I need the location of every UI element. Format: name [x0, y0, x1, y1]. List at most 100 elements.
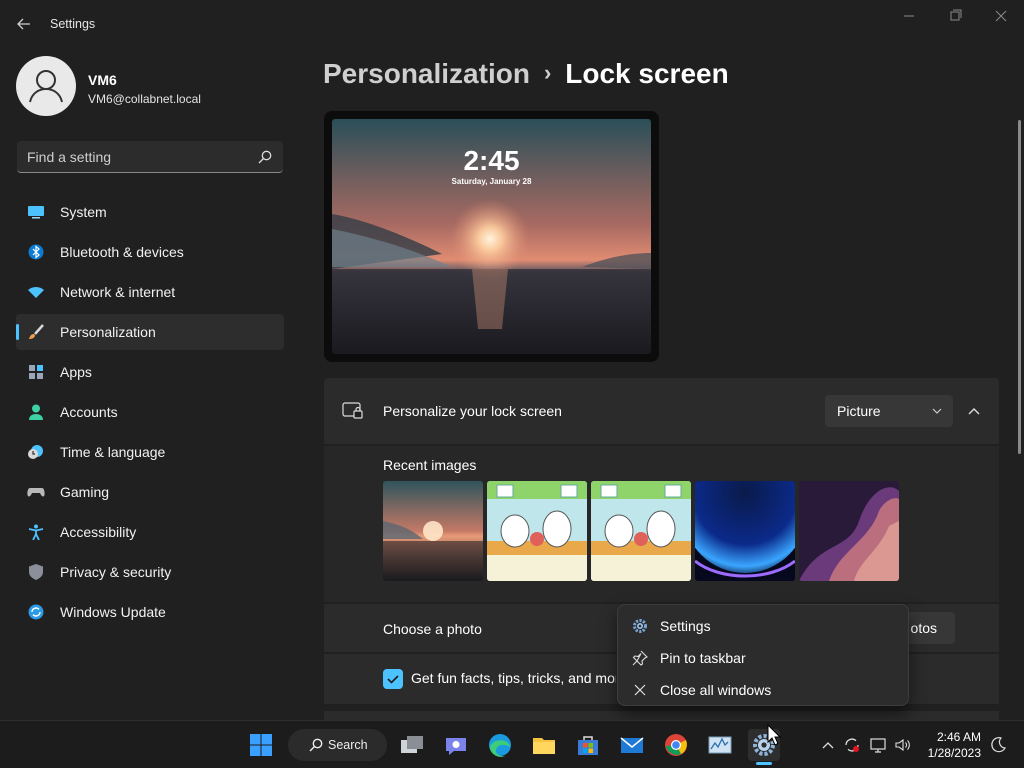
search-placeholder: Find a setting — [27, 149, 112, 165]
gamepad-icon — [27, 484, 45, 500]
recent-image-thumbnail[interactable] — [799, 481, 899, 581]
search-icon — [257, 149, 273, 165]
recent-image-thumbnail[interactable] — [591, 481, 691, 581]
sidebar-item-label: Windows Update — [60, 604, 166, 620]
mouse-cursor — [767, 723, 782, 746]
resource-monitor-icon[interactable] — [704, 729, 736, 761]
user-profile[interactable]: VM6 VM6@collabnet.local — [16, 56, 284, 118]
sidebar-item-label: Accounts — [60, 404, 118, 420]
page-title: Lock screen — [565, 58, 729, 89]
personalize-lock-screen-row[interactable]: Personalize your lock screen Picture — [324, 378, 999, 444]
sidebar-item-gaming[interactable]: Gaming — [16, 474, 284, 510]
sidebar-item-network[interactable]: Network & internet — [16, 274, 284, 310]
sidebar-item-label: Bluetooth & devices — [60, 244, 184, 260]
bluetooth-icon — [27, 244, 45, 260]
maximize-icon[interactable] — [932, 6, 978, 30]
recent-images-label: Recent images — [383, 457, 477, 473]
sidebar-item-label: Personalization — [60, 324, 156, 340]
app-title: Settings — [50, 17, 96, 31]
pin-icon — [632, 650, 648, 666]
sidebar-item-label: System — [60, 204, 107, 220]
person-icon — [27, 404, 45, 420]
apps-icon — [27, 364, 45, 380]
focus-moon-icon[interactable] — [989, 736, 1007, 754]
browse-photos-label: otos — [910, 620, 937, 636]
sidebar-item-apps[interactable]: Apps — [16, 354, 284, 390]
sidebar-item-time-language[interactable]: Time & language — [16, 434, 284, 470]
avatar — [16, 56, 76, 116]
sidebar-item-system[interactable]: System — [16, 194, 284, 230]
context-item-label: Pin to taskbar — [660, 650, 746, 666]
context-item-pin-to-taskbar[interactable]: Pin to taskbar — [622, 643, 906, 673]
recent-image-thumbnail[interactable] — [383, 481, 483, 581]
personalize-lock-screen-label: Personalize your lock screen — [383, 403, 562, 419]
recent-image-thumbnail[interactable] — [695, 481, 795, 581]
chrome-icon[interactable] — [660, 729, 692, 761]
sidebar-item-personalization[interactable]: Personalization — [16, 314, 284, 350]
chevron-down-icon — [931, 404, 943, 416]
background-type-dropdown[interactable]: Picture — [825, 395, 953, 427]
monitor-icon — [27, 204, 45, 220]
sidebar-item-accessibility[interactable]: Accessibility — [16, 514, 284, 550]
context-item-label: Close all windows — [660, 682, 772, 698]
breadcrumb-parent[interactable]: Personalization — [323, 58, 530, 89]
back-arrow-icon[interactable] — [14, 14, 34, 34]
clock-time[interactable]: 2:46 AM — [917, 730, 981, 744]
task-view-icon[interactable] — [396, 729, 428, 761]
sidebar-item-label: Network & internet — [60, 284, 176, 300]
chevron-up-icon[interactable] — [819, 736, 837, 754]
fun-facts-checkbox[interactable] — [383, 669, 403, 689]
search-icon — [308, 737, 324, 753]
lock-screen-preview: 2:45 Saturday, January 28 — [324, 111, 659, 362]
brush-icon — [27, 324, 45, 340]
breadcrumb: Personalization › Lock screen — [323, 58, 729, 90]
shield-icon — [27, 564, 45, 580]
clock-globe-icon — [27, 444, 45, 460]
search-input[interactable]: Find a setting — [17, 141, 283, 173]
lock-screen-icon — [342, 402, 364, 420]
active-app-indicator — [756, 762, 772, 765]
taskbar: Search 2:46 AM 1/28/2023 — [0, 720, 1024, 768]
sidebar-item-label: Accessibility — [60, 524, 137, 540]
taskbar-context-menu: Settings Pin to taskbar Close all window… — [617, 604, 909, 706]
close-icon — [632, 682, 648, 698]
wifi-icon — [27, 284, 45, 300]
accessibility-icon — [27, 524, 45, 541]
volume-icon[interactable] — [894, 736, 912, 754]
network-icon[interactable] — [869, 736, 887, 754]
clock-date[interactable]: 1/28/2023 — [917, 746, 981, 760]
user-email: VM6@collabnet.local — [88, 92, 201, 106]
update-icon — [27, 604, 45, 620]
lock-screen-preview-image: 2:45 Saturday, January 28 — [332, 119, 651, 354]
gear-icon — [632, 618, 648, 634]
recent-images-section: Recent images — [324, 446, 999, 602]
choose-photo-label: Choose a photo — [383, 621, 482, 637]
taskbar-search-button[interactable]: Search — [288, 729, 387, 761]
store-icon[interactable] — [572, 729, 604, 761]
preview-time: 2:45 — [463, 145, 520, 176]
sidebar-item-privacy[interactable]: Privacy & security — [16, 554, 284, 590]
sidebar-item-accounts[interactable]: Accounts — [16, 394, 284, 430]
scrollbar[interactable] — [1018, 120, 1021, 454]
teams-chat-icon[interactable] — [440, 729, 472, 761]
title-bar: Settings — [0, 0, 1024, 48]
taskbar-search-label: Search — [328, 738, 368, 752]
dropdown-value: Picture — [837, 403, 881, 419]
sidebar-item-label: Privacy & security — [60, 564, 172, 580]
sync-icon[interactable] — [843, 736, 861, 754]
user-name: VM6 — [88, 72, 117, 88]
edge-icon[interactable] — [484, 729, 516, 761]
context-item-settings[interactable]: Settings — [622, 611, 906, 641]
sidebar-item-bluetooth[interactable]: Bluetooth & devices — [16, 234, 284, 270]
mail-icon[interactable] — [616, 729, 648, 761]
recent-image-thumbnail[interactable] — [487, 481, 587, 581]
start-icon[interactable] — [245, 729, 277, 761]
chevron-up-icon[interactable] — [964, 401, 984, 421]
close-icon[interactable] — [978, 6, 1024, 30]
context-item-close-all-windows[interactable]: Close all windows — [622, 675, 906, 705]
sidebar-item-windows-update[interactable]: Windows Update — [16, 594, 284, 630]
fun-facts-label: Get fun facts, tips, tricks, and more — [411, 670, 616, 686]
minimize-icon[interactable] — [886, 6, 932, 30]
context-item-label: Settings — [660, 618, 711, 634]
file-explorer-icon[interactable] — [528, 729, 560, 761]
